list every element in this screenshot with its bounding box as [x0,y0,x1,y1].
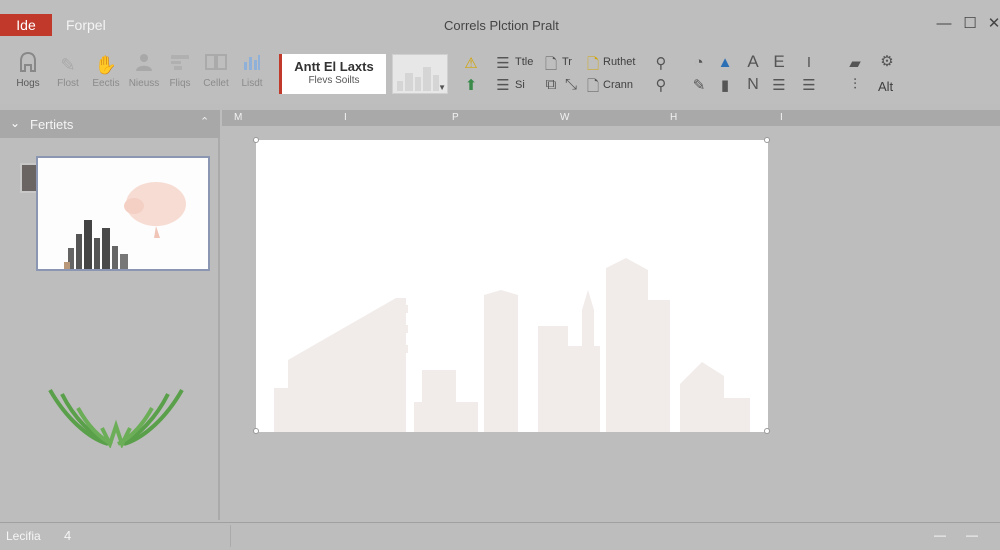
title-bar: Ide Forpel Correls Plction Pralt — ☐ ✕ [0,0,1000,48]
zoom-out-button[interactable]: — [934,528,946,542]
chevron-down-icon[interactable]: ⌄ [10,116,20,130]
columns-icon[interactable]: ▮ [716,76,734,94]
eectis-button[interactable]: ✋ Eectis [86,52,126,98]
thumbnail-illustration [64,182,186,269]
lisdt-label: Lisdt [241,78,263,89]
user-icon [124,52,164,78]
speed-icon[interactable]: ◔ [690,54,708,71]
resize-icon[interactable]: ⤡ [562,76,580,93]
bullets-label[interactable]: Si [515,79,525,91]
resize-handle[interactable] [253,137,259,143]
maximize-button[interactable]: ☐ [960,14,980,34]
cellet-button[interactable]: Cellet [196,52,236,98]
fliqs-button[interactable]: Fliqs [160,52,200,98]
tile-label[interactable]: Ttle [515,56,533,68]
file-tab[interactable]: Ide [0,14,52,36]
justify-icon[interactable]: ☰ [800,76,818,94]
color-fill-icon[interactable]: ▲ [716,54,734,71]
nieuss-button[interactable]: Nieuss [124,52,164,98]
warning-icon[interactable]: ⚠ [462,54,480,72]
hand-icon: ✋ [94,55,118,75]
slide-thumbnail[interactable] [36,156,210,271]
split-icon[interactable]: ⫶ [846,76,864,93]
font-a-icon[interactable]: A [744,52,762,72]
sidebar-title: Fertiets [30,117,74,132]
comment-icon[interactable]: ▰ [846,54,864,72]
font-subtitle: Flevs Soilts [308,75,360,86]
close-button[interactable]: ✕ [984,14,1000,34]
book-icon [196,52,236,78]
search-icon[interactable]: ⚲ [652,54,670,72]
ti-label[interactable]: Tr [562,56,572,68]
document-title: Correls Plction Pralt [444,18,559,33]
slide-canvas[interactable] [253,137,770,434]
ruler: M I P W H I [222,110,1000,126]
cellet-label: Cellet [203,78,229,89]
home-icon [8,51,48,78]
gear-icon[interactable]: ⚙ [878,52,896,70]
eectis-label: Eectis [92,78,120,89]
pen-icon[interactable]: ✎ [690,76,708,94]
zoom-in-button[interactable]: — [966,528,978,542]
ruler-mark: I [780,112,783,123]
flost-label: Flost [57,78,79,89]
home-button[interactable]: Hogs [8,51,48,98]
resize-handle[interactable] [764,428,770,434]
find-replace-icon[interactable]: ⚲ [652,76,670,94]
resize-handle[interactable] [764,137,770,143]
nieuss-label: Nieuss [128,78,160,89]
ruler-mark: P [452,112,459,123]
resize-handle[interactable] [253,428,259,434]
status-label: Lecifia [6,529,41,543]
font-e-icon[interactable]: E [770,52,788,72]
ruthet-label[interactable]: Ruthet [603,56,635,68]
status-bar: Lecifia 4 — — [0,522,1000,550]
font-name: Antt El Laxts [294,59,374,74]
home-label: Hogs [16,78,40,89]
paragraph-align-icon[interactable]: ☰ [770,76,788,94]
upload-icon[interactable]: ⬆ [462,76,480,94]
ruler-mark: W [560,112,570,123]
font-selector[interactable]: Antt El Laxts Flevs Soilts [279,54,386,94]
page-icon[interactable]: 🗋 [584,76,602,101]
crann-label[interactable]: Crann [603,79,633,91]
sidebar-header: ⌄ Fertiets ⌃ [0,110,220,138]
list-icon[interactable]: ☰ [494,76,512,94]
align-icon[interactable]: ☰ [494,54,512,72]
lisdt-button[interactable]: Lisdt [232,52,272,98]
minimize-button[interactable]: — [934,14,954,34]
skyline-illustration [274,258,750,432]
font-n-icon[interactable]: N [744,76,762,94]
ruler-mark: M [234,112,243,123]
text-cursor-icon[interactable]: I [800,54,818,71]
bar-chart-icon [232,52,272,78]
status-track [230,525,920,547]
pin-icon: ✎ [60,55,76,75]
slide-count: 4 [64,528,72,543]
grass-decoration [48,388,184,453]
shapes-icon[interactable]: ⧉ [542,76,560,93]
layout-icon [160,52,200,78]
ruler-mark: H [670,112,678,123]
gallery-dropdown-icon[interactable]: ▼ [438,83,446,92]
fliqs-label: Fliqs [169,78,191,89]
style-gallery[interactable]: ▼ [392,54,448,94]
menu-tab[interactable]: Forpel [66,17,106,33]
alt-label[interactable]: Alt [878,79,893,94]
ruler-mark: I [344,112,347,123]
flost-button[interactable]: ✎ Flost [48,52,88,98]
collapse-icon[interactable]: ⌃ [200,115,209,128]
